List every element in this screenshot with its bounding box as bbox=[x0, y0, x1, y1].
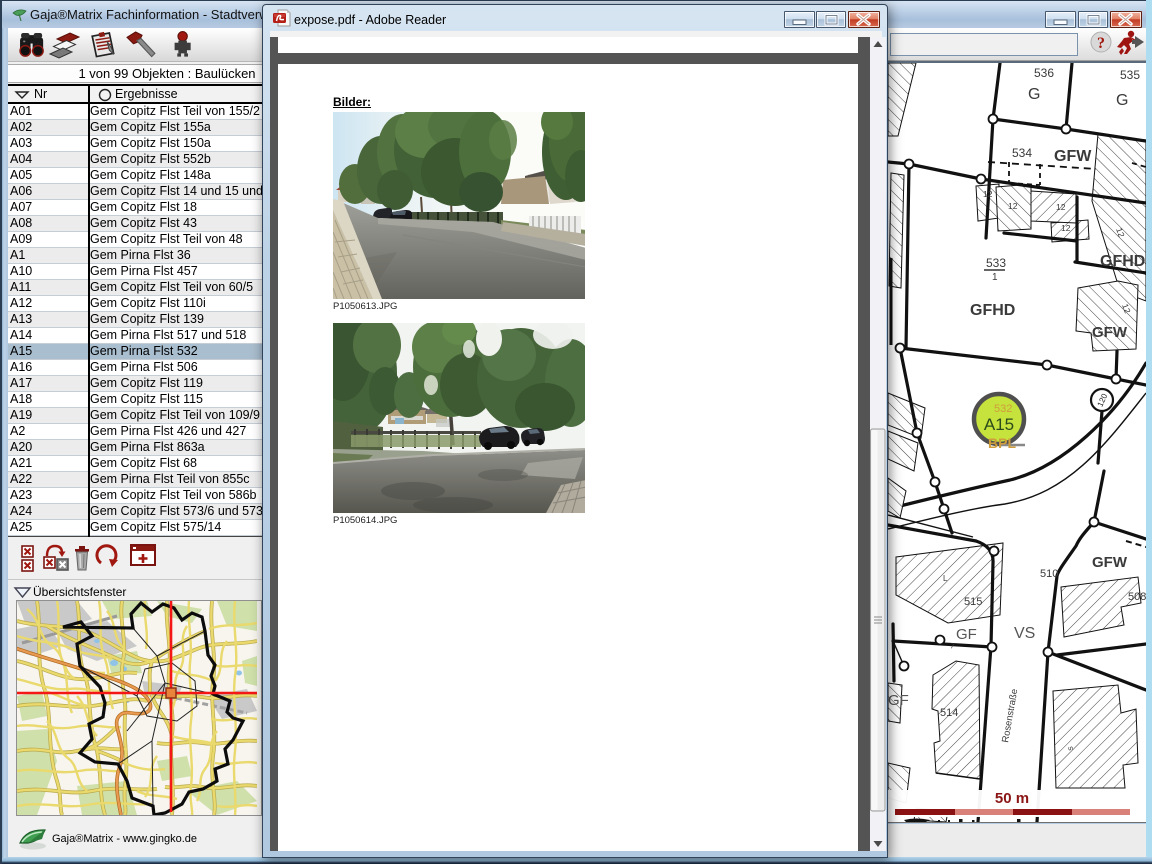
svg-text:A15: A15 bbox=[984, 415, 1014, 434]
svg-text:G: G bbox=[1028, 86, 1040, 103]
svg-text:BPL: BPL bbox=[988, 435, 1016, 451]
svg-text:12: 12 bbox=[1056, 202, 1066, 212]
svg-text:514: 514 bbox=[940, 707, 958, 719]
svg-text:50 m: 50 m bbox=[995, 790, 1029, 807]
svg-text:532: 532 bbox=[994, 403, 1012, 415]
svg-text:GF: GF bbox=[956, 626, 977, 643]
svg-text:GFHD: GFHD bbox=[1100, 253, 1145, 270]
svg-text:536: 536 bbox=[1034, 66, 1054, 80]
svg-text:533: 533 bbox=[986, 256, 1006, 270]
svg-text:12: 12 bbox=[1008, 201, 1018, 211]
svg-text:VS: VS bbox=[1014, 625, 1035, 642]
svg-text:Rosenstraße: Rosenstraße bbox=[1000, 688, 1020, 743]
svg-text:12: 12 bbox=[983, 189, 993, 199]
svg-text:12: 12 bbox=[1061, 223, 1071, 233]
svg-text:508: 508 bbox=[1128, 591, 1146, 603]
svg-text:515: 515 bbox=[964, 596, 982, 608]
svg-text:GF: GF bbox=[888, 692, 909, 709]
svg-text:1: 1 bbox=[992, 272, 998, 283]
svg-text:7: 7 bbox=[950, 643, 955, 651]
svg-text:G: G bbox=[1116, 92, 1128, 109]
svg-text:GFHD: GFHD bbox=[970, 302, 1015, 319]
svg-text:510: 510 bbox=[1040, 568, 1058, 580]
svg-text:GFW: GFW bbox=[1092, 554, 1128, 571]
svg-text:534: 534 bbox=[1012, 146, 1032, 160]
svg-text:?: ? bbox=[1097, 35, 1105, 52]
svg-text:535: 535 bbox=[1120, 68, 1140, 82]
svg-text:GFW: GFW bbox=[1092, 324, 1128, 341]
svg-text:GFW: GFW bbox=[1054, 148, 1092, 165]
svg-text:L: L bbox=[943, 574, 948, 583]
